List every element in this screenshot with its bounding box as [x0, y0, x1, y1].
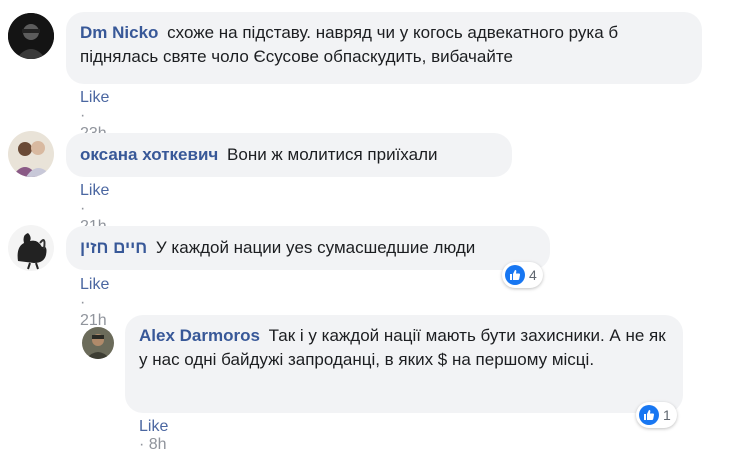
- like-link[interactable]: Like: [80, 276, 109, 293]
- comment-bubble: оксана хоткевич Вони ж молитися приїхали: [66, 133, 512, 177]
- comment-bubble: Dm Nicko схоже на підставу. навряд чи у …: [66, 12, 702, 84]
- reaction-count-badge[interactable]: 1: [636, 402, 677, 428]
- avatar-oksana[interactable]: [8, 131, 54, 177]
- like-reaction-icon: [505, 265, 525, 285]
- comment-text: схоже на підставу. навряд чи у когось ад…: [80, 23, 619, 66]
- reaction-count-badge[interactable]: 4: [502, 262, 543, 288]
- comment-bubble: חיים חזין У каждой нации yes сумасшедшие…: [66, 226, 550, 270]
- author-name[interactable]: оксана хоткевич: [80, 145, 218, 164]
- reaction-count: 4: [529, 267, 537, 283]
- separator: ·: [80, 200, 86, 217]
- separator: ·: [139, 436, 145, 453]
- reaction-count: 1: [663, 407, 671, 423]
- avatar-alex[interactable]: [82, 327, 114, 359]
- comment-text: Вони ж молитися приїхали: [227, 145, 438, 164]
- comment-meta: Like · 21h: [80, 276, 109, 330]
- avatar-rooster[interactable]: [8, 225, 54, 271]
- timestamp[interactable]: 8h: [149, 436, 167, 453]
- like-link[interactable]: Like: [80, 89, 109, 106]
- separator: ·: [80, 294, 86, 311]
- like-link[interactable]: Like: [139, 418, 168, 435]
- author-name[interactable]: Alex Darmoros: [139, 326, 260, 345]
- author-name[interactable]: Dm Nicko: [80, 23, 158, 42]
- separator: ·: [80, 107, 86, 124]
- comment-bubble: Alex Darmoros Так і у каждой нації мають…: [125, 315, 683, 413]
- comment-meta: Like · 8h: [139, 418, 168, 454]
- avatar-dm-nicko[interactable]: [8, 13, 54, 59]
- author-name[interactable]: חיים חזין: [80, 238, 147, 257]
- comment-text: У каждой нации yes сумасшедшие люди: [155, 238, 476, 257]
- like-link[interactable]: Like: [80, 182, 109, 199]
- like-reaction-icon: [639, 405, 659, 425]
